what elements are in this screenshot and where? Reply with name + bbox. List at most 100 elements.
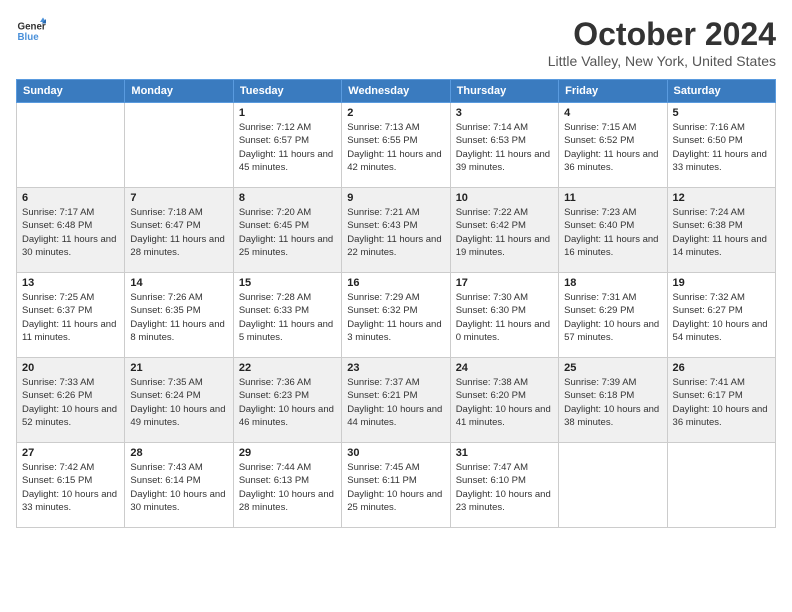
- calendar-table: SundayMondayTuesdayWednesdayThursdayFrid…: [16, 79, 776, 528]
- day-number: 7: [130, 192, 227, 204]
- calendar-cell: 28 Sunrise: 7:43 AMSunset: 6:14 PMDayligh…: [125, 443, 233, 528]
- day-number: 19: [673, 277, 770, 289]
- calendar-cell: 25Sunrise: 7:39 AMSunset: 6:18 PMDayligh…: [559, 358, 667, 443]
- page-header: General Blue October 2024 Little Valley,…: [16, 16, 776, 69]
- calendar-week-row: 20 Sunrise: 7:33 AMSunset: 6:26 PMDayligh…: [17, 358, 776, 443]
- day-number: 29: [239, 447, 336, 459]
- calendar-cell: 14Sunrise: 7:26 AMSunset: 6:35 PMDayligh…: [125, 273, 233, 358]
- day-number: 2: [347, 107, 444, 119]
- day-number: 18: [564, 277, 661, 289]
- calendar-cell: 23 Sunrise: 7:37 AMSunset: 6:21 PMDayligh…: [342, 358, 450, 443]
- day-number: 25: [564, 362, 661, 374]
- day-info: Sunrise: 7:20 AMSunset: 6:45 PMDaylight:…: [239, 206, 336, 259]
- day-info: Sunrise: 7:16 AMSunset: 6:50 PMDaylight:…: [673, 121, 770, 174]
- day-number: 1: [239, 107, 336, 119]
- day-info: Sunrise: 7:17 AMSunset: 6:48 PMDaylight:…: [22, 206, 119, 259]
- day-number: 30: [347, 447, 444, 459]
- day-number: 28: [130, 447, 227, 459]
- svg-text:General: General: [18, 22, 47, 33]
- day-number: 6: [22, 192, 119, 204]
- calendar-cell: 19Sunrise: 7:32 AMSunset: 6:27 PMDayligh…: [667, 273, 775, 358]
- calendar-cell: 2 Sunrise: 7:13 AMSunset: 6:55 PMDaylight…: [342, 103, 450, 188]
- day-info: Sunrise: 7:36 AMSunset: 6:23 PMDaylight:…: [239, 376, 336, 429]
- day-number: 27: [22, 447, 119, 459]
- day-info: Sunrise: 7:47 AMSunset: 6:10 PMDaylight:…: [456, 461, 553, 514]
- calendar-cell: [559, 443, 667, 528]
- day-number: 13: [22, 277, 119, 289]
- calendar-cell: 10Sunrise: 7:22 AMSunset: 6:42 PMDayligh…: [450, 188, 558, 273]
- calendar-cell: 30 Sunrise: 7:45 AMSunset: 6:11 PMDayligh…: [342, 443, 450, 528]
- day-number: 20: [22, 362, 119, 374]
- day-info: Sunrise: 7:33 AMSunset: 6:26 PMDaylight:…: [22, 376, 119, 429]
- day-number: 31: [456, 447, 553, 459]
- calendar-cell: 6 Sunrise: 7:17 AMSunset: 6:48 PMDaylight…: [17, 188, 125, 273]
- day-number: 16: [347, 277, 444, 289]
- calendar-week-row: 13Sunrise: 7:25 AMSunset: 6:37 PMDayligh…: [17, 273, 776, 358]
- calendar-cell: 29 Sunrise: 7:44 AMSunset: 6:13 PMDayligh…: [233, 443, 341, 528]
- calendar-week-row: 27 Sunrise: 7:42 AMSunset: 6:15 PMDayligh…: [17, 443, 776, 528]
- calendar-cell: 24 Sunrise: 7:38 AMSunset: 6:20 PMDayligh…: [450, 358, 558, 443]
- day-number: 15: [239, 277, 336, 289]
- logo: General Blue: [16, 16, 46, 46]
- month-title: October 2024: [548, 16, 776, 53]
- location: Little Valley, New York, United States: [548, 53, 776, 69]
- calendar-cell: 27 Sunrise: 7:42 AMSunset: 6:15 PMDayligh…: [17, 443, 125, 528]
- day-number: 17: [456, 277, 553, 289]
- day-info: Sunrise: 7:35 AMSunset: 6:24 PMDaylight:…: [130, 376, 227, 429]
- calendar-week-row: 1 Sunrise: 7:12 AMSunset: 6:57 PMDaylight…: [17, 103, 776, 188]
- calendar-cell: 3 Sunrise: 7:14 AMSunset: 6:53 PMDaylight…: [450, 103, 558, 188]
- day-info: Sunrise: 7:29 AMSunset: 6:32 PMDaylight:…: [347, 291, 444, 344]
- day-info: Sunrise: 7:44 AMSunset: 6:13 PMDaylight:…: [239, 461, 336, 514]
- day-info: Sunrise: 7:45 AMSunset: 6:11 PMDaylight:…: [347, 461, 444, 514]
- day-info: Sunrise: 7:15 AMSunset: 6:52 PMDaylight:…: [564, 121, 661, 174]
- day-number: 21: [130, 362, 227, 374]
- day-info: Sunrise: 7:37 AMSunset: 6:21 PMDaylight:…: [347, 376, 444, 429]
- day-number: 3: [456, 107, 553, 119]
- day-info: Sunrise: 7:24 AMSunset: 6:38 PMDaylight:…: [673, 206, 770, 259]
- day-info: Sunrise: 7:43 AMSunset: 6:14 PMDaylight:…: [130, 461, 227, 514]
- calendar-cell: 7Sunrise: 7:18 AMSunset: 6:47 PMDaylight…: [125, 188, 233, 273]
- svg-text:Blue: Blue: [18, 32, 40, 43]
- calendar-header-wednesday: Wednesday: [342, 80, 450, 103]
- day-info: Sunrise: 7:30 AMSunset: 6:30 PMDaylight:…: [456, 291, 553, 344]
- day-info: Sunrise: 7:42 AMSunset: 6:15 PMDaylight:…: [22, 461, 119, 514]
- calendar-header-tuesday: Tuesday: [233, 80, 341, 103]
- calendar-header-row: SundayMondayTuesdayWednesdayThursdayFrid…: [17, 80, 776, 103]
- day-number: 5: [673, 107, 770, 119]
- day-info: Sunrise: 7:12 AMSunset: 6:57 PMDaylight:…: [239, 121, 336, 174]
- calendar-cell: 31 Sunrise: 7:47 AMSunset: 6:10 PMDayligh…: [450, 443, 558, 528]
- calendar-cell: 8 Sunrise: 7:20 AMSunset: 6:45 PMDaylight…: [233, 188, 341, 273]
- title-block: October 2024 Little Valley, New York, Un…: [548, 16, 776, 69]
- day-number: 26: [673, 362, 770, 374]
- day-number: 11: [564, 192, 661, 204]
- day-info: Sunrise: 7:38 AMSunset: 6:20 PMDaylight:…: [456, 376, 553, 429]
- calendar-week-row: 6 Sunrise: 7:17 AMSunset: 6:48 PMDaylight…: [17, 188, 776, 273]
- calendar-cell: 4 Sunrise: 7:15 AMSunset: 6:52 PMDaylight…: [559, 103, 667, 188]
- calendar-cell: 20 Sunrise: 7:33 AMSunset: 6:26 PMDayligh…: [17, 358, 125, 443]
- day-info: Sunrise: 7:13 AMSunset: 6:55 PMDaylight:…: [347, 121, 444, 174]
- calendar-cell: 1 Sunrise: 7:12 AMSunset: 6:57 PMDaylight…: [233, 103, 341, 188]
- day-info: Sunrise: 7:23 AMSunset: 6:40 PMDaylight:…: [564, 206, 661, 259]
- calendar-cell: [17, 103, 125, 188]
- calendar-cell: 12 Sunrise: 7:24 AMSunset: 6:38 PMDayligh…: [667, 188, 775, 273]
- calendar-header-monday: Monday: [125, 80, 233, 103]
- calendar-cell: 16 Sunrise: 7:29 AMSunset: 6:32 PMDayligh…: [342, 273, 450, 358]
- calendar-cell: 9Sunrise: 7:21 AMSunset: 6:43 PMDaylight…: [342, 188, 450, 273]
- day-number: 8: [239, 192, 336, 204]
- calendar-cell: 15Sunrise: 7:28 AMSunset: 6:33 PMDayligh…: [233, 273, 341, 358]
- calendar-cell: 21 Sunrise: 7:35 AMSunset: 6:24 PMDayligh…: [125, 358, 233, 443]
- day-number: 23: [347, 362, 444, 374]
- day-number: 12: [673, 192, 770, 204]
- calendar-cell: 22 Sunrise: 7:36 AMSunset: 6:23 PMDayligh…: [233, 358, 341, 443]
- day-info: Sunrise: 7:14 AMSunset: 6:53 PMDaylight:…: [456, 121, 553, 174]
- day-number: 24: [456, 362, 553, 374]
- day-number: 22: [239, 362, 336, 374]
- calendar-header-sunday: Sunday: [17, 80, 125, 103]
- calendar-cell: [667, 443, 775, 528]
- day-number: 10: [456, 192, 553, 204]
- day-number: 4: [564, 107, 661, 119]
- calendar-header-saturday: Saturday: [667, 80, 775, 103]
- logo-icon: General Blue: [16, 16, 46, 46]
- day-info: Sunrise: 7:26 AMSunset: 6:35 PMDaylight:…: [130, 291, 227, 344]
- calendar-cell: [125, 103, 233, 188]
